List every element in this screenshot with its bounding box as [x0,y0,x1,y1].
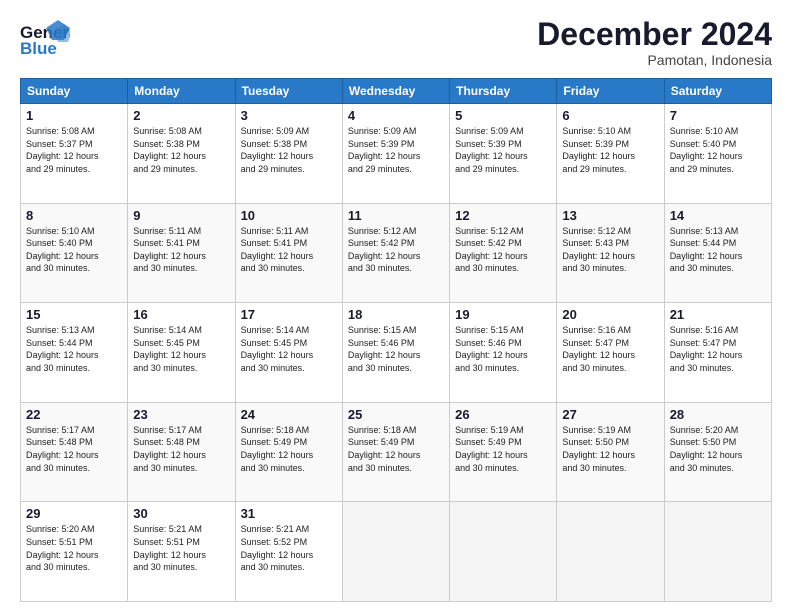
day-17: 17 Sunrise: 5:14 AMSunset: 5:45 PMDaylig… [235,303,342,403]
col-thursday: Thursday [450,79,557,104]
day-empty-3 [557,502,664,602]
day-27: 27 Sunrise: 5:19 AMSunset: 5:50 PMDaylig… [557,402,664,502]
day-3: 3 Sunrise: 5:09 AMSunset: 5:38 PMDayligh… [235,104,342,204]
col-wednesday: Wednesday [342,79,449,104]
calendar-table: Sunday Monday Tuesday Wednesday Thursday… [20,78,772,602]
day-14: 14 Sunrise: 5:13 AMSunset: 5:44 PMDaylig… [664,203,771,303]
page: General Blue December 2024 Pamotan, Indo… [0,0,792,612]
week-row-4: 22 Sunrise: 5:17 AMSunset: 5:48 PMDaylig… [21,402,772,502]
day-8: 8 Sunrise: 5:10 AMSunset: 5:40 PMDayligh… [21,203,128,303]
week-row-2: 8 Sunrise: 5:10 AMSunset: 5:40 PMDayligh… [21,203,772,303]
location: Pamotan, Indonesia [537,52,772,68]
day-7: 7 Sunrise: 5:10 AMSunset: 5:40 PMDayligh… [664,104,771,204]
day-31: 31 Sunrise: 5:21 AMSunset: 5:52 PMDaylig… [235,502,342,602]
day-11: 11 Sunrise: 5:12 AMSunset: 5:42 PMDaylig… [342,203,449,303]
day-21: 21 Sunrise: 5:16 AMSunset: 5:47 PMDaylig… [664,303,771,403]
day-23: 23 Sunrise: 5:17 AMSunset: 5:48 PMDaylig… [128,402,235,502]
day-15: 15 Sunrise: 5:13 AMSunset: 5:44 PMDaylig… [21,303,128,403]
week-row-1: 1 Sunrise: 5:08 AMSunset: 5:37 PMDayligh… [21,104,772,204]
day-12: 12 Sunrise: 5:12 AMSunset: 5:42 PMDaylig… [450,203,557,303]
day-4: 4 Sunrise: 5:09 AMSunset: 5:39 PMDayligh… [342,104,449,204]
logo-icon: General Blue [20,18,70,67]
day-9: 9 Sunrise: 5:11 AMSunset: 5:41 PMDayligh… [128,203,235,303]
day-13: 13 Sunrise: 5:12 AMSunset: 5:43 PMDaylig… [557,203,664,303]
day-22: 22 Sunrise: 5:17 AMSunset: 5:48 PMDaylig… [21,402,128,502]
day-empty-4 [664,502,771,602]
day-30: 30 Sunrise: 5:21 AMSunset: 5:51 PMDaylig… [128,502,235,602]
col-friday: Friday [557,79,664,104]
header: General Blue December 2024 Pamotan, Indo… [20,18,772,68]
day-20: 20 Sunrise: 5:16 AMSunset: 5:47 PMDaylig… [557,303,664,403]
day-5: 5 Sunrise: 5:09 AMSunset: 5:39 PMDayligh… [450,104,557,204]
day-empty-1 [342,502,449,602]
day-6: 6 Sunrise: 5:10 AMSunset: 5:39 PMDayligh… [557,104,664,204]
day-25: 25 Sunrise: 5:18 AMSunset: 5:49 PMDaylig… [342,402,449,502]
col-monday: Monday [128,79,235,104]
day-2: 2 Sunrise: 5:08 AMSunset: 5:38 PMDayligh… [128,104,235,204]
day-empty-2 [450,502,557,602]
day-29: 29 Sunrise: 5:20 AMSunset: 5:51 PMDaylig… [21,502,128,602]
day-1: 1 Sunrise: 5:08 AMSunset: 5:37 PMDayligh… [21,104,128,204]
day-10: 10 Sunrise: 5:11 AMSunset: 5:41 PMDaylig… [235,203,342,303]
day-24: 24 Sunrise: 5:18 AMSunset: 5:49 PMDaylig… [235,402,342,502]
logo: General Blue [20,18,70,67]
day-18: 18 Sunrise: 5:15 AMSunset: 5:46 PMDaylig… [342,303,449,403]
title-block: December 2024 Pamotan, Indonesia [537,18,772,68]
col-tuesday: Tuesday [235,79,342,104]
month-title: December 2024 [537,18,772,50]
day-19: 19 Sunrise: 5:15 AMSunset: 5:46 PMDaylig… [450,303,557,403]
col-saturday: Saturday [664,79,771,104]
svg-text:Blue: Blue [20,39,57,58]
calendar-header-row: Sunday Monday Tuesday Wednesday Thursday… [21,79,772,104]
day-28: 28 Sunrise: 5:20 AMSunset: 5:50 PMDaylig… [664,402,771,502]
day-16: 16 Sunrise: 5:14 AMSunset: 5:45 PMDaylig… [128,303,235,403]
col-sunday: Sunday [21,79,128,104]
week-row-3: 15 Sunrise: 5:13 AMSunset: 5:44 PMDaylig… [21,303,772,403]
week-row-5: 29 Sunrise: 5:20 AMSunset: 5:51 PMDaylig… [21,502,772,602]
day-26: 26 Sunrise: 5:19 AMSunset: 5:49 PMDaylig… [450,402,557,502]
